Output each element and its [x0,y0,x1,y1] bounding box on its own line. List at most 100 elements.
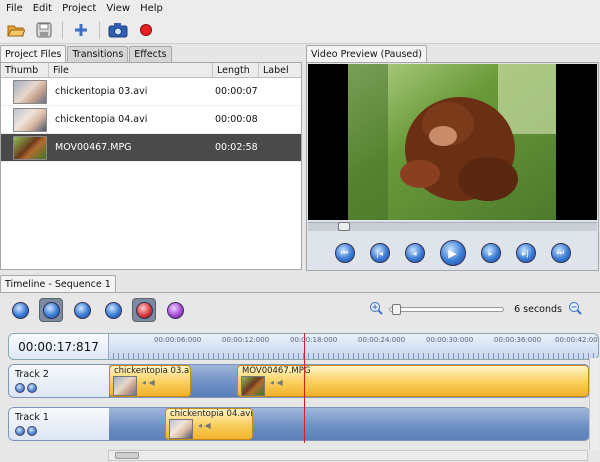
timeline-vertical-scrollbar[interactable] [589,358,599,450]
clip-title: chickentopia 04.avi [170,409,253,419]
timeline-horizontal-scrollbar[interactable] [108,450,588,461]
file-length: 00:02:58 [215,142,258,153]
clip[interactable]: chickentopia 03.avi ◂ ◀ [109,365,191,397]
file-thumbnail [13,79,47,104]
track-visibility-icon[interactable] [15,426,25,436]
track-header: Track 1 [9,408,109,440]
project-files-panel: Thumb File Length Label chickentopia 03.… [0,62,302,270]
file-thumbnail [13,135,47,160]
tick-label: 00:00:42:000 [555,336,599,344]
clip-thumbnail [169,419,193,439]
column-length[interactable]: Length [213,63,259,77]
file-name: chickentopia 04.avi [55,114,148,125]
clip-audio-icon: ◂ ◀ [142,378,155,387]
menu-bar: File Edit Project View Help [0,0,600,16]
file-row-selected[interactable]: MOV00467.MPG 00:02:58 [1,134,301,162]
tick-label: 00:00:06:000 [154,336,202,344]
clip-audio-icon: ◂ ◀ [198,421,211,430]
menu-file[interactable]: File [6,3,23,14]
add-track-button[interactable] [8,298,32,322]
zoom-slider-handle[interactable] [392,304,401,315]
jump-end-button[interactable]: ⏭ [550,243,571,263]
tab-timeline[interactable]: Timeline - Sequence 1 [0,275,116,292]
zoom-control: 6 seconds [369,301,582,318]
snap-tool-button[interactable] [132,298,156,322]
previous-marker-button[interactable]: |◂ [369,243,390,263]
file-row[interactable]: chickentopia 04.avi 00:00:08 [1,106,301,134]
menu-view[interactable]: View [106,3,130,14]
clip[interactable]: MOV00467.MPG ◂ ◀ [237,365,589,397]
track-name: Track 2 [15,369,49,380]
toolbar-separator [99,20,100,39]
clip-thumbnail [113,376,137,396]
video-display [308,64,597,220]
pointer-icon [42,301,60,319]
tab-transitions[interactable]: Transitions [67,46,129,62]
razor-icon [73,301,91,319]
zoom-in-icon[interactable] [369,301,383,318]
playback-controls: ⏮ |◂ ◂ ▶ ▸ ▸| ⏭ [307,235,598,271]
tab-effects[interactable]: Effects [129,46,172,62]
menu-help[interactable]: Help [140,3,163,14]
camera-icon[interactable] [108,20,128,40]
left-panel-tabs: Project Files Transitions Effects [0,45,173,62]
column-file[interactable]: File [49,63,213,77]
zoom-out-icon[interactable] [568,301,582,318]
clip-title: chickentopia 03.avi [114,366,191,376]
toolbar [0,16,600,44]
marker-icon [166,301,184,319]
resize-tool-button[interactable] [101,298,125,322]
file-thumbnail [13,107,47,132]
tick-label: 00:00:36:000 [494,336,542,344]
play-button[interactable]: ▶ [439,240,466,266]
select-tool-button[interactable] [39,298,63,322]
menu-edit[interactable]: Edit [33,3,52,14]
next-marker-button[interactable]: ▸| [515,243,536,263]
track-1[interactable]: Track 1 chickentopia 04.avi ◂ ◀ [8,407,590,441]
add-icon[interactable] [71,20,91,40]
track-audio-icon[interactable] [27,426,37,436]
jump-start-button[interactable]: ⏮ [334,243,355,263]
resize-icon [104,301,122,319]
playhead[interactable] [304,333,305,443]
file-table-header: Thumb File Length Label [1,63,301,78]
column-thumb[interactable]: Thumb [1,63,49,77]
track-area[interactable]: chickentopia 03.avi ◂ ◀ MOV00467.MPG ◂ ◀ [109,365,589,397]
razor-tool-button[interactable] [70,298,94,322]
file-name: MOV00467.MPG [55,142,132,153]
add-track-icon [11,301,29,319]
save-icon[interactable] [34,20,54,40]
tab-project-files[interactable]: Project Files [0,45,67,62]
tick-label: 00:00:12:000 [222,336,270,344]
file-row[interactable]: chickentopia 03.avi 00:00:07 [1,78,301,106]
column-label[interactable]: Label [259,63,301,77]
fast-forward-button[interactable]: ▸ [480,243,501,263]
track-2[interactable]: Track 2 chickentopia 03.avi ◂ ◀ MOV00467… [8,364,590,398]
track-header: Track 2 [9,365,109,397]
toolbar-separator [62,20,63,39]
file-length: 00:00:07 [215,86,258,97]
record-icon[interactable] [136,20,156,40]
video-preview-panel: ⏮ |◂ ◂ ▶ ▸ ▸| ⏭ [306,62,599,271]
clip[interactable]: chickentopia 04.avi ◂ ◀ [165,408,253,440]
clip-title: MOV00467.MPG [242,366,311,376]
track-name: Track 1 [15,412,49,423]
seek-bar[interactable] [308,222,597,231]
menu-project[interactable]: Project [62,3,96,14]
track-audio-icon[interactable] [27,383,37,393]
timecode-display: 00:00:17:817 [9,334,109,359]
scrollbar-thumb[interactable] [115,452,139,459]
timeline-tabs: Timeline - Sequence 1 [0,275,600,292]
track-visibility-icon[interactable] [15,383,25,393]
seek-handle[interactable] [338,222,350,231]
tab-video-preview[interactable]: Video Preview (Paused) [306,45,428,62]
tick-label: 00:00:18:000 [290,336,338,344]
open-folder-icon[interactable] [6,20,26,40]
tick-label: 00:00:30:000 [426,336,474,344]
rewind-button[interactable]: ◂ [404,243,425,263]
zoom-level: 6 seconds [514,304,562,315]
add-marker-button[interactable] [163,298,187,322]
timeline-panel: 6 seconds 00:00:17:817 00:00:06:000 00:0… [0,292,600,462]
zoom-slider[interactable] [389,304,504,315]
track-area[interactable]: chickentopia 04.avi ◂ ◀ [109,408,589,440]
